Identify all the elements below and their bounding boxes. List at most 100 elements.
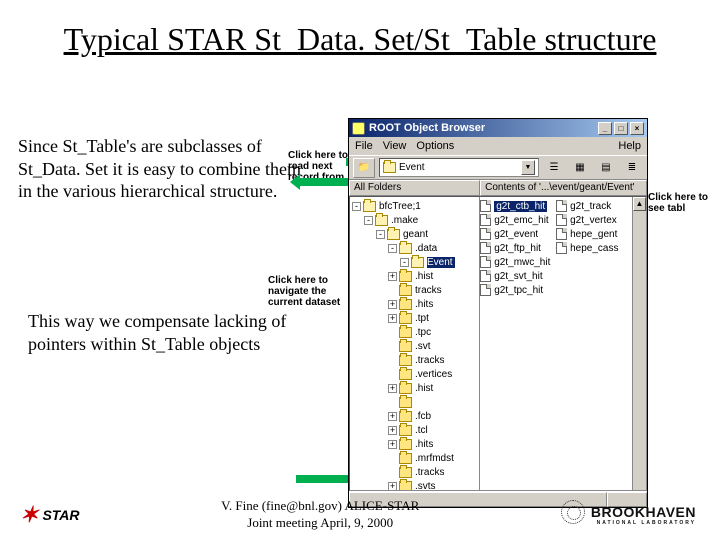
expand-icon[interactable]: + [388,482,397,491]
folder-icon [363,201,376,212]
list-item[interactable]: g2t_event [480,227,556,241]
list-item[interactable]: hepe_gent [556,227,632,241]
hint-see-table: Click here to see tabl [648,192,718,214]
scroll-up-button[interactable]: ▲ [633,197,646,211]
collapse-icon[interactable]: - [376,230,385,239]
tree-item-label: Event [427,257,455,268]
folder-icon [399,355,412,366]
atom-icon [561,500,585,524]
expand-icon[interactable]: + [388,412,397,421]
footer-author: V. Fine (fine@bnl.gov) ALICE-STAR [80,498,561,515]
folder-icon [399,243,412,254]
tree-item[interactable]: .tracks [350,465,479,479]
footer-meeting: Joint meeting April, 9, 2000 [80,515,561,532]
list-item-label: g2t_ctb_hit [494,201,547,212]
menu-help[interactable]: Help [618,140,641,152]
scrollbar-vertical[interactable]: ▲ [632,197,646,490]
tree-item[interactable]: .mrfmdst [350,451,479,465]
tree-item[interactable] [350,395,479,409]
right-column-header[interactable]: Contents of '...\event/geant/Event' [480,180,647,196]
path-combo[interactable]: Event ▼ [379,158,539,177]
toolbar-btn-small[interactable]: ▤ [595,158,617,178]
tree-item-label: .tcl [415,425,428,436]
tree-item-label: .hits [415,299,433,310]
collapse-icon[interactable]: - [400,258,409,267]
collapse-icon[interactable]: - [352,202,361,211]
toolbar-btn-icons[interactable]: ▦ [569,158,591,178]
file-icon [480,214,491,226]
menu-file[interactable]: File [355,140,373,152]
tree-item[interactable]: + .hits [350,297,479,311]
collapse-icon[interactable]: - [364,216,373,225]
tree-item[interactable]: .vertices [350,367,479,381]
list-item[interactable]: hepe_cass [556,241,632,255]
expand-icon[interactable]: + [388,272,397,281]
tree-item-label: .vertices [415,369,452,380]
tree-item[interactable]: - Event [350,255,479,269]
column-headers: All Folders Contents of '...\event/geant… [349,180,647,196]
list-item[interactable]: g2t_tpc_hit [480,283,556,297]
expand-icon[interactable]: + [388,426,397,435]
tree-item-label: .tracks [415,355,444,366]
toolbar-up-button[interactable]: 📁 [353,158,375,178]
tree-item[interactable]: - geant [350,227,479,241]
tree-item[interactable]: -.make [350,213,479,227]
folder-icon [399,383,412,394]
path-combo-value: Event [399,162,425,173]
file-icon [480,256,491,268]
tree-item-label: geant [403,229,428,240]
list-pane: g2t_ctb_hitg2t_emc_hitg2t_eventg2t_ftp_h… [480,197,632,490]
minimize-button[interactable]: _ [598,122,612,135]
folder-up-icon: 📁 [358,162,370,173]
menu-view[interactable]: View [383,140,407,152]
list-item[interactable]: g2t_svt_hit [480,269,556,283]
expand-icon[interactable]: + [388,314,397,323]
tree-item[interactable]: .svt [350,339,479,353]
list-item[interactable]: g2t_vertex [556,213,632,227]
tree-item-label: .hist [415,383,433,394]
tree-item-label: .svt [415,341,431,352]
tree-item[interactable]: + .hist [350,381,479,395]
folder-tree[interactable]: -bfcTree;1-.make-geant-.data-Event+.hist… [350,197,479,490]
tree-item-label: .tpc [415,327,431,338]
expand-icon[interactable]: + [388,440,397,449]
collapse-icon[interactable]: - [388,244,397,253]
brookhaven-logo: BROOKHAVEN NATIONAL LABORATORY [561,502,700,528]
toolbar-btn-list[interactable]: ☰ [543,158,565,178]
expand-icon[interactable]: + [388,300,397,309]
window-titlebar[interactable]: ROOT Object Browser _ □ × [349,119,647,137]
folder-icon [399,271,412,282]
tree-item[interactable]: -bfcTree;1 [350,199,479,213]
tree-item-label: .svts [415,481,436,491]
folder-icon [411,257,424,268]
list-item-label: g2t_tpc_hit [494,285,543,296]
left-column-header[interactable]: All Folders [349,180,480,196]
tree-item[interactable]: .tpc [350,325,479,339]
tree-item[interactable]: .tracks [350,353,479,367]
toolbar-btn-detail[interactable]: ≣ [621,158,643,178]
tree-item[interactable]: +.hist [350,269,479,283]
chevron-down-icon[interactable]: ▼ [521,160,535,175]
file-list[interactable]: g2t_ctb_hitg2t_emc_hitg2t_eventg2t_ftp_h… [480,197,632,490]
file-icon [556,200,567,212]
tree-item[interactable]: -.data [350,241,479,255]
expand-icon[interactable]: + [388,384,397,393]
tree-item-label: .hits [415,439,433,450]
tree-item[interactable]: + .svts [350,479,479,490]
list-item[interactable]: g2t_ftp_hit [480,241,556,255]
menu-options[interactable]: Options [416,140,454,152]
tree-item[interactable]: + .tcl [350,423,479,437]
list-item[interactable]: g2t_track [556,199,632,213]
tree-item[interactable]: tracks [350,283,479,297]
list-item[interactable]: g2t_ctb_hit [480,199,556,213]
tree-item[interactable]: +.tpt [350,311,479,325]
tree-pane: -bfcTree;1-.make-geant-.data-Event+.hist… [350,197,480,490]
tree-item[interactable]: + .hits [350,437,479,451]
list-item[interactable]: g2t_mwc_hit [480,255,556,269]
brookhaven-subtext: NATIONAL LABORATORY [591,520,696,526]
tree-item[interactable]: +.fcb [350,409,479,423]
list-item[interactable]: g2t_emc_hit [480,213,556,227]
folder-icon [375,215,388,226]
maximize-button[interactable]: □ [614,122,628,135]
close-button[interactable]: × [630,122,644,135]
